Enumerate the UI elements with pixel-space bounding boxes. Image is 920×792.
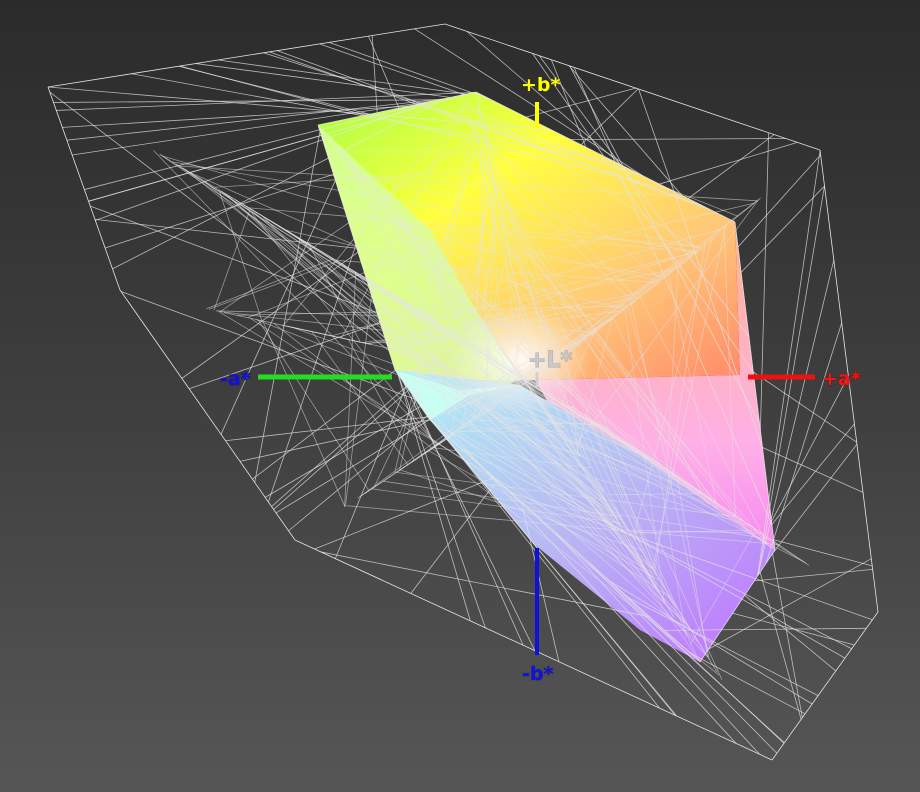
wireframe-edge bbox=[754, 568, 873, 582]
wireframe-edge bbox=[488, 326, 491, 377]
gamut-3d-viewport[interactable]: +b* -a* +a* -b* +L* bbox=[0, 0, 920, 792]
wireframe-edge bbox=[208, 260, 338, 310]
wireframe-edge bbox=[759, 132, 770, 431]
wireframe-edge bbox=[772, 553, 803, 718]
minus-b-axis-label: -b* bbox=[522, 663, 553, 685]
wireframe-edge bbox=[762, 447, 864, 493]
wireframe-edge bbox=[120, 291, 416, 400]
wireframe-edge bbox=[47, 86, 121, 291]
wireframe-edge bbox=[687, 134, 775, 199]
wireframe-edge bbox=[262, 320, 346, 507]
wireframe-edge bbox=[759, 572, 802, 720]
wireframe-edge bbox=[771, 423, 855, 525]
wireframe-edge bbox=[756, 259, 835, 577]
wireframe-edge bbox=[773, 444, 858, 553]
plus-l-axis-label: +L* bbox=[528, 348, 572, 373]
wireframe-edge bbox=[689, 652, 806, 715]
wireframe-edge bbox=[368, 35, 400, 109]
plus-a-axis-label: +a* bbox=[822, 368, 861, 390]
wireframe-edge bbox=[328, 42, 491, 100]
wireframe-edge bbox=[319, 43, 464, 95]
wireframe-edge bbox=[659, 142, 798, 185]
wireframe-edge bbox=[47, 23, 446, 88]
plus-b-axis-label: +b* bbox=[521, 74, 561, 96]
wireframe-edge bbox=[218, 59, 467, 95]
minus-a-axis-label: -a* bbox=[220, 368, 251, 390]
wireframe-edge bbox=[308, 243, 361, 343]
wireframe-edge bbox=[220, 180, 336, 435]
wireframe-edge bbox=[771, 375, 849, 522]
wireframe-edge bbox=[267, 245, 357, 503]
wireframe-edge bbox=[570, 138, 786, 140]
gamut-scene: +b* -a* +a* -b* +L* bbox=[47, 23, 879, 761]
wireframe-edge bbox=[771, 611, 879, 761]
